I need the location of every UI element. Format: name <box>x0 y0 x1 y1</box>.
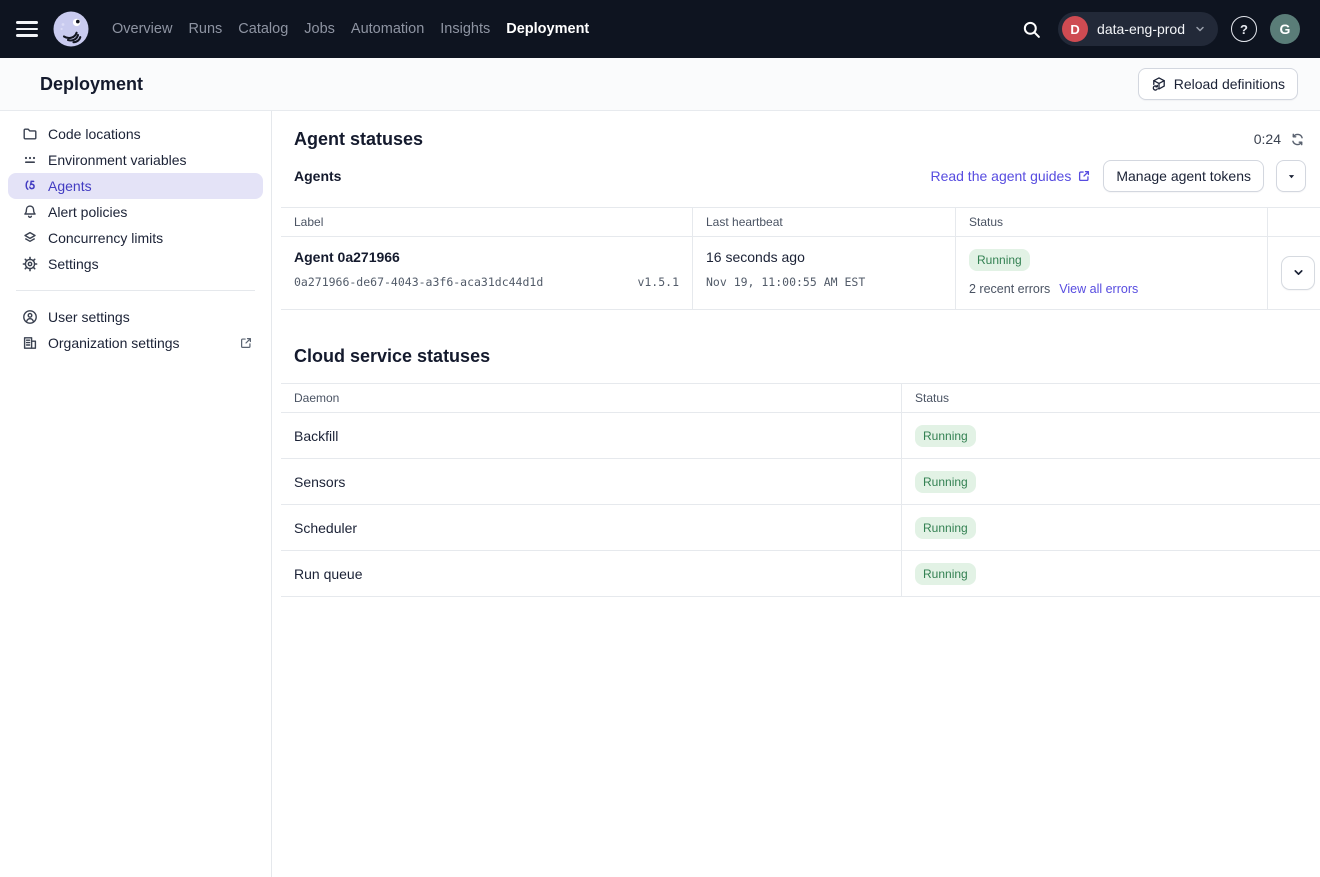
deployment-badge: D <box>1062 16 1088 42</box>
status-badge: Running <box>915 425 976 447</box>
sidebar-item-label: Settings <box>48 256 99 272</box>
agents-table: Label Last heartbeat Status Agent 0a2719… <box>281 207 1320 310</box>
nav-item-insights[interactable]: Insights <box>440 15 490 43</box>
expand-agent-row-button[interactable] <box>1281 256 1315 290</box>
table-row: Backfill Running <box>281 413 1320 459</box>
agents-table-header: Label Last heartbeat Status <box>281 208 1320 237</box>
nav-item-overview[interactable]: Overview <box>112 15 172 43</box>
table-row: Scheduler Running <box>281 505 1320 551</box>
sidebar-item-label: Organization settings <box>48 335 180 351</box>
table-row: Sensors Running <box>281 459 1320 505</box>
gear-icon <box>22 256 38 272</box>
table-row: Run queue Running <box>281 551 1320 597</box>
manage-agent-tokens-label: Manage agent tokens <box>1116 168 1251 184</box>
sidebar-item-environment-variables[interactable]: Environment variables <box>8 147 263 173</box>
avatar[interactable]: G <box>1270 14 1300 44</box>
sidebar-item-settings[interactable]: Settings <box>8 251 263 277</box>
cloud-service-statuses-title: Cloud service statuses <box>281 310 1320 383</box>
sidebar-item-code-locations[interactable]: Code locations <box>8 121 263 147</box>
column-header-label: Label <box>281 208 692 236</box>
env-vars-icon <box>22 152 38 168</box>
column-header-heartbeat: Last heartbeat <box>692 208 955 236</box>
menu-icon[interactable] <box>16 16 42 42</box>
refresh-icon[interactable] <box>1290 132 1305 147</box>
search-icon[interactable] <box>1017 15 1045 43</box>
countdown-value: 0:24 <box>1254 131 1281 147</box>
top-nav: Overview Runs Catalog Jobs Automation In… <box>0 0 1320 58</box>
view-all-errors-link[interactable]: View all errors <box>1059 282 1138 296</box>
nav-item-runs[interactable]: Runs <box>188 15 222 43</box>
building-icon <box>22 335 38 351</box>
folder-icon <box>22 126 38 142</box>
sidebar-item-label: Code locations <box>48 126 141 142</box>
reload-icon <box>1151 76 1167 92</box>
sidebar-item-organization-settings[interactable]: Organization settings <box>8 330 263 356</box>
sidebar-item-label: Environment variables <box>48 152 187 168</box>
deployment-sidebar: Code locations Environment variables Age… <box>0 111 272 877</box>
reload-definitions-button[interactable]: Reload definitions <box>1138 68 1298 100</box>
page-title: Deployment <box>40 74 143 95</box>
column-header-expand <box>1267 208 1320 236</box>
chevron-down-icon <box>1292 266 1305 279</box>
column-header-status: Status <box>955 208 1267 236</box>
sidebar-item-alert-policies[interactable]: Alert policies <box>8 199 263 225</box>
heartbeat-timestamp: Nov 19, 11:00:55 AM EST <box>706 275 865 289</box>
chevron-down-icon <box>1194 23 1206 35</box>
page-header: Deployment Reload definitions <box>0 58 1320 111</box>
agent-guides-link[interactable]: Read the agent guides <box>930 168 1091 184</box>
status-badge: Running <box>915 517 976 539</box>
deployment-switcher[interactable]: D data-eng-prod <box>1058 12 1218 46</box>
sidebar-item-label: Alert policies <box>48 204 127 220</box>
reload-definitions-label: Reload definitions <box>1174 76 1285 92</box>
sidebar-item-label: Concurrency limits <box>48 230 163 246</box>
status-badge: Running <box>915 563 976 585</box>
agent-guides-label: Read the agent guides <box>930 168 1071 184</box>
nav-item-automation[interactable]: Automation <box>351 15 424 43</box>
agents-subtitle: Agents <box>294 168 341 184</box>
sidebar-item-label: User settings <box>48 309 130 325</box>
table-row: Agent 0a271966 0a271966-de67-4043-a3f6-a… <box>281 237 1320 310</box>
daemon-name: Run queue <box>281 551 901 596</box>
daemon-name: Sensors <box>281 459 901 504</box>
daemon-name: Scheduler <box>281 505 901 550</box>
nav-item-jobs[interactable]: Jobs <box>304 15 335 43</box>
recent-errors-count: 2 recent errors <box>969 282 1050 296</box>
agent-version: v1.5.1 <box>637 275 679 289</box>
refresh-countdown: 0:24 <box>1254 131 1305 147</box>
column-header-daemon: Daemon <box>281 384 901 412</box>
cloud-services-table: Daemon Status Backfill Running Sensors R… <box>281 383 1320 597</box>
sidebar-item-label: Agents <box>48 178 92 194</box>
external-link-icon <box>239 336 253 350</box>
main-content: Agent statuses 0:24 Agents Read the agen… <box>272 111 1320 877</box>
sidebar-divider <box>16 290 255 291</box>
user-circle-icon <box>22 309 38 325</box>
column-header-status: Status <box>901 384 1320 412</box>
deployment-name: data-eng-prod <box>1097 21 1185 37</box>
status-badge: Running <box>969 249 1030 271</box>
nav-item-catalog[interactable]: Catalog <box>238 15 288 43</box>
manage-agent-tokens-button[interactable]: Manage agent tokens <box>1103 160 1264 192</box>
external-link-icon <box>1077 169 1091 183</box>
primary-nav: Overview Runs Catalog Jobs Automation In… <box>112 15 589 43</box>
agent-statuses-title: Agent statuses <box>294 129 423 150</box>
agent-actions-dropdown-button[interactable] <box>1276 160 1306 192</box>
agent-icon <box>22 178 38 194</box>
caret-down-icon <box>1286 171 1297 182</box>
cloud-table-header: Daemon Status <box>281 384 1320 413</box>
bell-icon <box>22 204 38 220</box>
status-badge: Running <box>915 471 976 493</box>
dagster-logo[interactable] <box>52 10 90 48</box>
sidebar-item-user-settings[interactable]: User settings <box>8 304 263 330</box>
heartbeat-relative: 16 seconds ago <box>706 249 942 265</box>
daemon-name: Backfill <box>281 413 901 458</box>
layers-icon <box>22 230 38 246</box>
sidebar-item-agents[interactable]: Agents <box>8 173 263 199</box>
nav-item-deployment[interactable]: Deployment <box>506 15 589 43</box>
help-icon[interactable]: ? <box>1231 16 1257 42</box>
sidebar-item-concurrency-limits[interactable]: Concurrency limits <box>8 225 263 251</box>
agent-id: 0a271966-de67-4043-a3f6-aca31dc44d1d <box>294 275 543 289</box>
agent-name: Agent 0a271966 <box>294 249 679 265</box>
